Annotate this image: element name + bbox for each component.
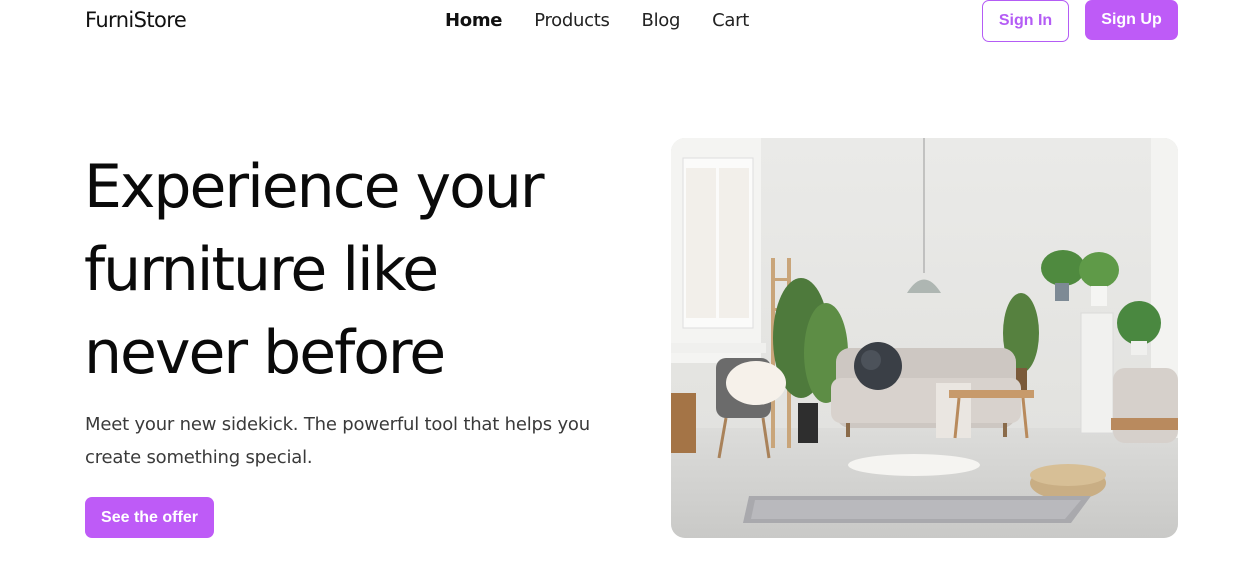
logo[interactable]: FurniStore (85, 8, 187, 32)
nav-cart[interactable]: Cart (712, 10, 749, 31)
living-room-illustration (671, 138, 1178, 538)
hero-living-room-image (671, 138, 1178, 538)
hero-subtitle-line: create something special. (85, 447, 313, 468)
sign-up-button[interactable]: Sign Up (1085, 0, 1178, 40)
page: FurniStore Home Products Blog Cart Sign … (0, 0, 1248, 579)
hero-title-line: Experience your (84, 152, 545, 222)
nav-products[interactable]: Products (534, 10, 610, 31)
nav-home[interactable]: Home (445, 10, 503, 31)
sign-in-button[interactable]: Sign In (982, 0, 1069, 42)
see-offer-button[interactable]: See the offer (85, 497, 214, 538)
hero-title-line: furniture like (84, 235, 439, 305)
hero-subtitle-line: Meet your new sidekick. The powerful too… (85, 414, 590, 435)
hero-title-line: never before (84, 318, 446, 388)
nav-blog[interactable]: Blog (642, 10, 681, 31)
hero-title: Experience your furniture like never bef… (84, 146, 604, 395)
hero-subtitle: Meet your new sidekick. The powerful too… (85, 408, 605, 474)
main-nav: Home Products Blog Cart (445, 10, 781, 31)
